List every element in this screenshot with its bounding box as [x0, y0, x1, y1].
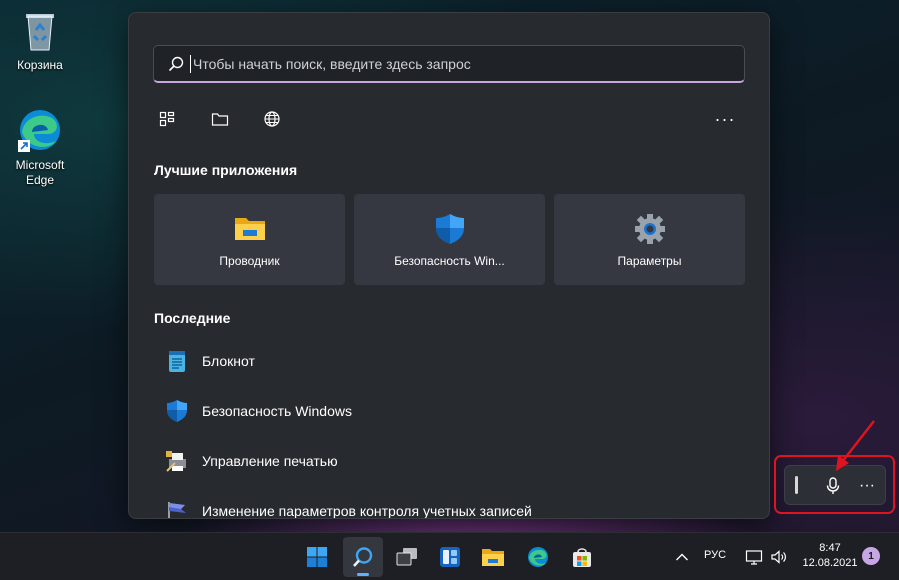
widgets-button[interactable]	[430, 537, 470, 577]
search-icon	[353, 547, 373, 567]
print-management-icon	[166, 451, 186, 472]
recent-item-uac[interactable]: Изменение параметров контроля учетных за…	[165, 497, 532, 519]
desktop-icon-label: Microsoft Edge	[15, 158, 65, 187]
notification-badge[interactable]: 1	[862, 547, 880, 565]
top-app-tile-security[interactable]: Безопасность Win...	[354, 194, 545, 285]
taskbar-explorer-button[interactable]	[473, 537, 513, 577]
settings-icon	[634, 214, 665, 244]
file-explorer-icon	[482, 549, 504, 566]
apps-filter-icon	[159, 111, 175, 127]
recent-item-label: Управление печатью	[202, 453, 338, 469]
taskbar-search-button[interactable]	[343, 537, 383, 577]
taskbar: РУС 8:47 12.08.2021 1	[0, 532, 899, 580]
recent-item-security[interactable]: Безопасность Windows	[165, 397, 352, 425]
recycle-bin-icon	[26, 14, 54, 51]
clock[interactable]: 8:47 12.08.2021	[798, 541, 862, 571]
start-button[interactable]	[297, 537, 337, 577]
text-caret	[190, 54, 191, 73]
documents-filter-button[interactable]	[208, 107, 232, 131]
edge-icon	[528, 547, 548, 567]
task-view-icon	[396, 548, 417, 566]
apps-filter-button[interactable]	[155, 107, 179, 131]
chevron-up-icon	[676, 553, 688, 561]
desktop-icon-edge[interactable]: Microsoft Edge	[5, 106, 75, 188]
web-filter-icon	[264, 111, 280, 127]
tile-label: Параметры	[617, 254, 682, 268]
volume-icon	[771, 550, 786, 564]
top-apps-title: Лучшие приложения	[154, 162, 298, 178]
network-icon	[745, 550, 763, 565]
search-placeholder: Чтобы начать поиск, введите здесь запрос	[193, 55, 471, 72]
windows-start-icon	[307, 547, 327, 567]
more-options-button[interactable]: ···	[705, 107, 745, 131]
highlight-annotation	[774, 455, 895, 514]
recent-item-label: Изменение параметров контроля учетных за…	[202, 503, 532, 519]
documents-filter-icon	[211, 113, 229, 126]
volume-button[interactable]	[769, 547, 789, 567]
search-input[interactable]: Чтобы начать поиск, введите здесь запрос	[153, 45, 745, 83]
notepad-icon	[169, 351, 185, 372]
task-view-button[interactable]	[387, 537, 427, 577]
top-app-tile-explorer[interactable]: Проводник	[154, 194, 345, 285]
store-icon	[573, 548, 591, 567]
widgets-icon	[440, 547, 460, 567]
recent-item-label: Блокнот	[202, 353, 255, 369]
search-icon	[168, 56, 184, 71]
network-button[interactable]	[744, 547, 764, 567]
web-filter-button[interactable]	[260, 107, 284, 131]
desktop-icon-recycle-bin[interactable]: Корзина	[5, 6, 75, 73]
search-flyout: Чтобы начать поиск, введите здесь запрос…	[128, 12, 770, 519]
clock-time: 8:47	[819, 542, 841, 554]
uac-flag-icon	[168, 502, 186, 518]
windows-security-icon	[435, 214, 464, 244]
show-hidden-icons-button[interactable]	[672, 547, 692, 567]
recent-title: Последние	[154, 310, 231, 326]
tile-label: Проводник	[219, 254, 280, 268]
active-indicator	[357, 573, 369, 576]
language-indicator[interactable]: РУС	[704, 549, 726, 561]
recent-item-notepad[interactable]: Блокнот	[165, 347, 255, 375]
file-explorer-icon	[234, 218, 265, 240]
recent-item-label: Безопасность Windows	[202, 403, 352, 419]
top-app-tile-settings[interactable]: Параметры	[554, 194, 745, 285]
tile-label: Безопасность Win...	[394, 254, 505, 268]
desktop-icon-label: Корзина	[17, 58, 63, 72]
taskbar-store-button[interactable]	[562, 537, 602, 577]
clock-date: 12.08.2021	[802, 557, 858, 569]
windows-security-icon	[167, 400, 187, 422]
recent-item-print-management[interactable]: Управление печатью	[165, 447, 338, 475]
search-filters: ···	[153, 107, 745, 131]
edge-icon	[18, 110, 60, 152]
taskbar-edge-button[interactable]	[518, 537, 558, 577]
